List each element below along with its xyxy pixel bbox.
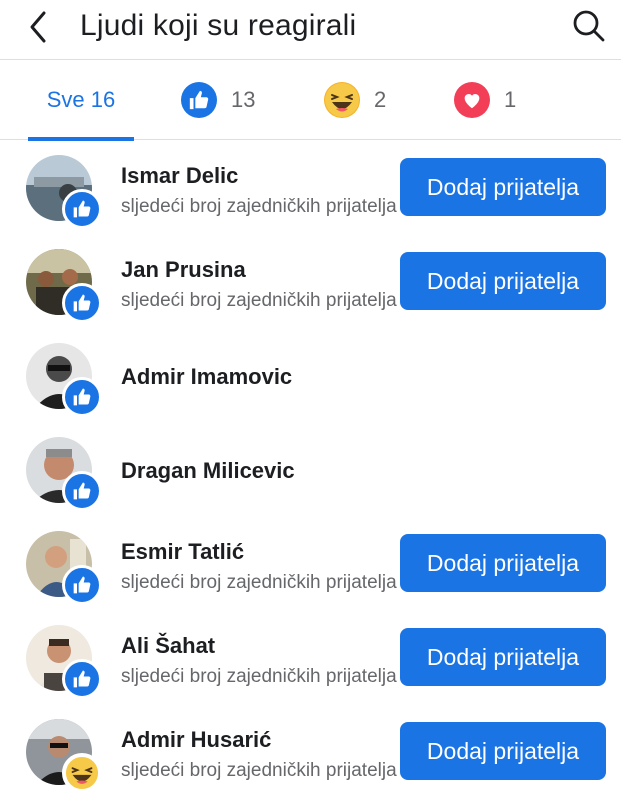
like-badge-icon	[62, 189, 102, 229]
tab-haha[interactable]: 2	[324, 60, 386, 140]
header: Ljudi koji su reagirali	[0, 0, 621, 60]
tab-all[interactable]: Sve 16	[28, 60, 134, 141]
tab-like-count: 13	[231, 87, 256, 112]
like-icon	[181, 82, 217, 118]
mutual-friends-text: sljedeći broj zajedničkih prijatelja	[121, 572, 397, 593]
person-name[interactable]: Jan Prusina	[121, 257, 246, 283]
page-title: Ljudi koji su reagirali	[80, 9, 357, 42]
person-name[interactable]: Admir Imamovic	[121, 364, 292, 390]
mutual-friends-text: sljedeći broj zajedničkih prijatelja	[121, 760, 397, 781]
like-badge-icon	[62, 471, 102, 511]
tab-love[interactable]: 1	[454, 60, 516, 140]
add-friend-button[interactable]: Dodaj prijatelja	[400, 722, 606, 780]
like-badge-icon	[62, 283, 102, 323]
love-icon	[454, 82, 490, 118]
like-badge-icon	[62, 377, 102, 417]
search-icon	[573, 10, 605, 42]
person-name[interactable]: Ali Šahat	[121, 633, 215, 659]
list-item[interactable]: Dragan Milicevic	[0, 423, 621, 517]
add-friend-button[interactable]: Dodaj prijatelja	[400, 158, 606, 216]
mutual-friends-text: sljedeći broj zajedničkih prijatelja	[121, 196, 397, 217]
list-item[interactable]: Ali Šahat sljedeći broj zajedničkih prij…	[0, 611, 621, 705]
tab-all-label: Sve 16	[46, 87, 116, 112]
list-item[interactable]: Esmir Tatlić sljedeći broj zajedničkih p…	[0, 517, 621, 611]
tab-love-count: 1	[504, 87, 517, 112]
like-badge-icon	[62, 565, 102, 605]
person-name[interactable]: Ismar Delic	[121, 163, 238, 189]
tab-haha-count: 2	[374, 87, 387, 112]
search-button[interactable]	[571, 8, 607, 44]
chevron-left-icon	[30, 11, 46, 43]
mutual-friends-text: sljedeći broj zajedničkih prijatelja	[121, 290, 397, 311]
person-name[interactable]: Esmir Tatlić	[121, 539, 244, 565]
list-item[interactable]: Admir Imamovic	[0, 329, 621, 423]
mutual-friends-text: sljedeći broj zajedničkih prijatelja	[121, 666, 397, 687]
person-name[interactable]: Dragan Milicevic	[121, 458, 295, 484]
haha-badge-icon	[62, 753, 102, 793]
tab-like[interactable]: 13	[181, 60, 255, 140]
list-item[interactable]: Admir Husarić sljedeći broj zajedničkih …	[0, 705, 621, 799]
list-item[interactable]: Jan Prusina sljedeći broj zajedničkih pr…	[0, 235, 621, 329]
add-friend-button[interactable]: Dodaj prijatelja	[400, 628, 606, 686]
back-button[interactable]	[24, 10, 54, 44]
haha-icon	[324, 82, 360, 118]
add-friend-button[interactable]: Dodaj prijatelja	[400, 252, 606, 310]
reaction-tabs: Sve 16 13 2 1	[0, 60, 621, 141]
person-name[interactable]: Admir Husarić	[121, 727, 271, 753]
list-item[interactable]: Ismar Delic sljedeći broj zajedničkih pr…	[0, 141, 621, 235]
like-badge-icon	[62, 659, 102, 699]
add-friend-button[interactable]: Dodaj prijatelja	[400, 534, 606, 592]
